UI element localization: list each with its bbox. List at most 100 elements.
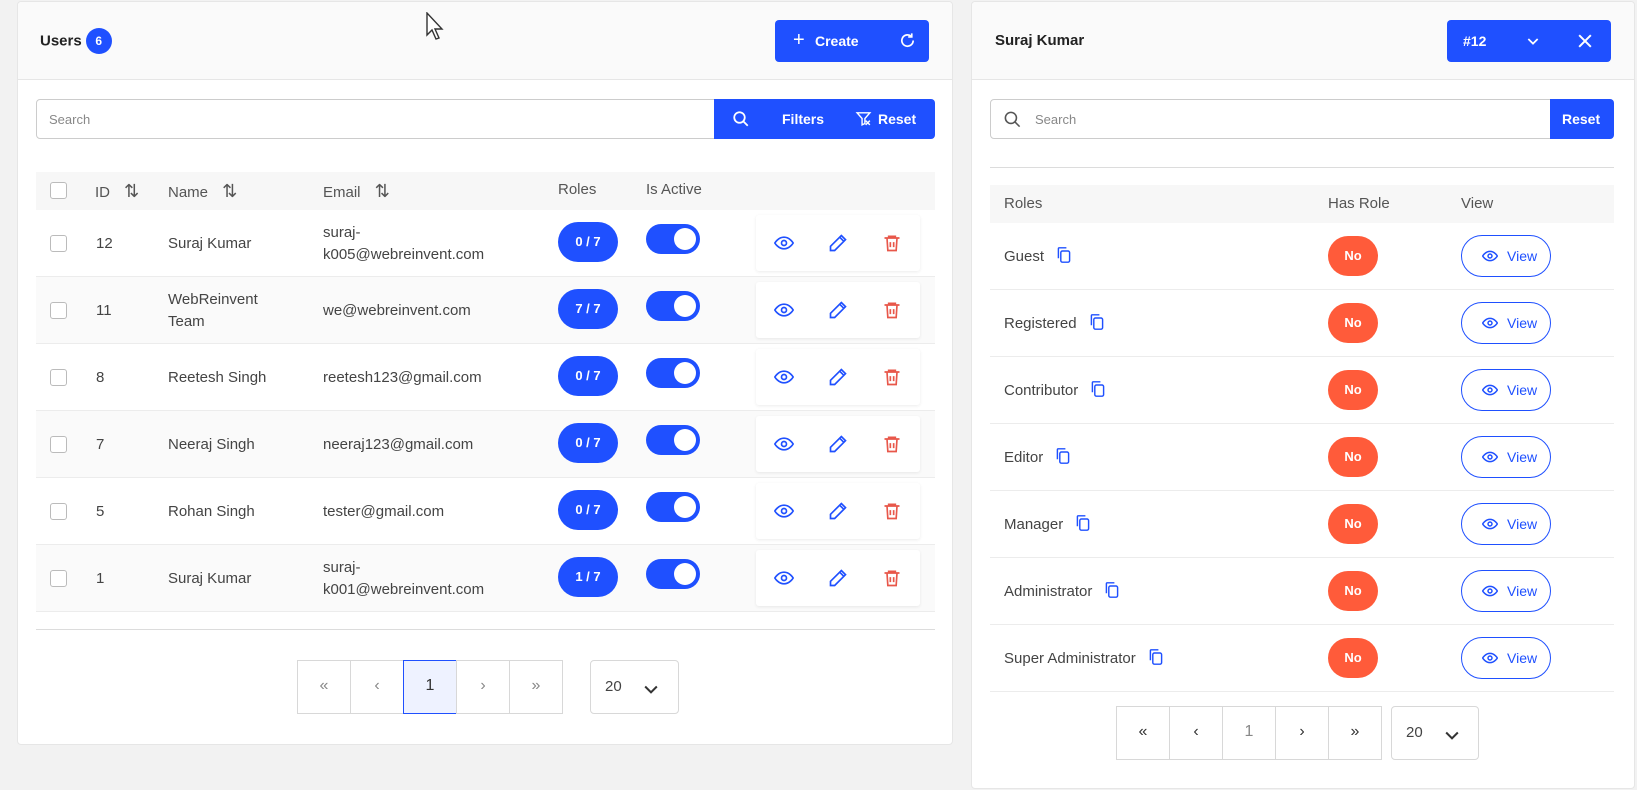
is-active-toggle[interactable] xyxy=(646,291,700,321)
search-button[interactable] xyxy=(714,99,769,139)
roles-count-button[interactable]: 0 / 7 xyxy=(558,490,618,530)
create-button[interactable]: + Create xyxy=(775,20,883,62)
select-all-checkbox[interactable] xyxy=(50,182,67,199)
next-page-button[interactable]: › xyxy=(456,660,510,714)
copy-icon[interactable] xyxy=(1075,514,1091,539)
view-role-button[interactable]: View xyxy=(1461,637,1551,679)
col-is-active-header: Is Active xyxy=(646,181,702,198)
reset-button[interactable]: Reset xyxy=(851,99,935,139)
role-name: Manager xyxy=(1004,514,1091,539)
trash-icon[interactable] xyxy=(882,501,902,526)
view-role-button[interactable]: View xyxy=(1461,503,1551,545)
detail-title: Suraj Kumar xyxy=(995,32,1085,49)
copy-icon[interactable] xyxy=(1090,380,1106,405)
row-checkbox[interactable] xyxy=(50,436,67,453)
roles-per-page-select[interactable]: 20 xyxy=(1391,706,1479,760)
close-icon xyxy=(1578,34,1592,48)
roles-count-button[interactable]: 1 / 7 xyxy=(558,557,618,597)
view-role-button[interactable]: View xyxy=(1461,570,1551,612)
has-role-badge[interactable]: No xyxy=(1328,303,1378,343)
edit-icon[interactable] xyxy=(828,367,848,392)
eye-icon[interactable] xyxy=(773,233,795,258)
is-active-toggle[interactable] xyxy=(646,425,700,455)
edit-icon[interactable] xyxy=(828,300,848,325)
close-button[interactable] xyxy=(1559,20,1611,62)
roles-count-button[interactable]: 7 / 7 xyxy=(558,289,618,329)
col-email-header[interactable]: Email ⇅ xyxy=(323,181,390,202)
record-id-button[interactable]: #12 xyxy=(1447,20,1555,62)
users-title: Users 6 xyxy=(40,28,112,54)
has-role-badge[interactable]: No xyxy=(1328,504,1378,544)
roles-count-button[interactable]: 0 / 7 xyxy=(558,356,618,396)
has-role-badge[interactable]: No xyxy=(1328,638,1378,678)
view-role-button[interactable]: View xyxy=(1461,436,1551,478)
row-checkbox[interactable] xyxy=(50,369,67,386)
page-1-button[interactable]: 1 xyxy=(403,660,457,714)
has-role-badge[interactable]: No xyxy=(1328,236,1378,276)
users-search-input[interactable]: Search xyxy=(36,99,716,139)
copy-icon[interactable] xyxy=(1055,447,1071,472)
filters-button[interactable]: Filters xyxy=(782,111,824,127)
edit-icon[interactable] xyxy=(828,434,848,459)
roles-count-button[interactable]: 0 / 7 xyxy=(558,423,618,463)
copy-icon[interactable] xyxy=(1104,581,1120,606)
row-checkbox[interactable] xyxy=(50,302,67,319)
page-1-button[interactable]: 1 xyxy=(1222,706,1276,760)
eye-icon[interactable] xyxy=(773,501,795,526)
is-active-toggle[interactable] xyxy=(646,559,700,589)
toggle-knob xyxy=(674,563,696,585)
copy-icon[interactable] xyxy=(1056,246,1072,271)
is-active-toggle[interactable] xyxy=(646,492,700,522)
roles-reset-button[interactable]: Reset xyxy=(1550,99,1614,139)
users-title-text: Users xyxy=(40,32,82,50)
refresh-button[interactable] xyxy=(885,20,929,62)
copy-icon[interactable] xyxy=(1148,648,1164,673)
row-checkbox[interactable] xyxy=(50,235,67,252)
prev-page-button[interactable]: ‹ xyxy=(350,660,404,714)
edit-icon[interactable] xyxy=(828,568,848,593)
chevron-down-icon xyxy=(644,685,658,694)
last-page-button[interactable]: » xyxy=(1328,706,1382,760)
has-role-badge[interactable]: No xyxy=(1328,370,1378,410)
col-name-header[interactable]: Name ⇅ xyxy=(168,181,237,202)
first-page-button[interactable]: « xyxy=(297,660,351,714)
has-role-badge[interactable]: No xyxy=(1328,571,1378,611)
view-role-button[interactable]: View xyxy=(1461,302,1551,344)
prev-page-button[interactable]: ‹ xyxy=(1169,706,1223,760)
has-role-badge[interactable]: No xyxy=(1328,437,1378,477)
eye-icon[interactable] xyxy=(773,367,795,392)
eye-icon[interactable] xyxy=(773,568,795,593)
user-email: we@webreinvent.com xyxy=(323,302,471,319)
view-label: View xyxy=(1507,449,1538,465)
toggle-knob xyxy=(674,496,696,518)
copy-icon[interactable] xyxy=(1089,313,1105,338)
roles-search-input[interactable]: Search xyxy=(990,99,1552,139)
eye-icon[interactable] xyxy=(773,434,795,459)
row-checkbox[interactable] xyxy=(50,503,67,520)
col-id-header[interactable]: ID ⇅ xyxy=(95,181,139,202)
role-name-text: Guest xyxy=(1004,248,1045,265)
first-page-button[interactable]: « xyxy=(1116,706,1170,760)
is-active-toggle[interactable] xyxy=(646,224,700,254)
user-email: neeraj123@gmail.com xyxy=(323,436,474,453)
view-role-button[interactable]: View xyxy=(1461,235,1551,277)
eye-icon xyxy=(1481,449,1499,468)
trash-icon[interactable] xyxy=(882,300,902,325)
users-search-actions: Filters Reset xyxy=(714,99,935,139)
edit-icon[interactable] xyxy=(828,501,848,526)
per-page-select[interactable]: 20 xyxy=(590,660,679,714)
trash-icon[interactable] xyxy=(882,434,902,459)
col-name-label: Name xyxy=(168,184,209,201)
row-actions xyxy=(756,215,920,271)
last-page-button[interactable]: » xyxy=(509,660,563,714)
trash-icon[interactable] xyxy=(882,367,902,392)
next-page-button[interactable]: › xyxy=(1275,706,1329,760)
is-active-toggle[interactable] xyxy=(646,358,700,388)
view-role-button[interactable]: View xyxy=(1461,369,1551,411)
roles-count-button[interactable]: 0 / 7 xyxy=(558,222,618,262)
edit-icon[interactable] xyxy=(828,233,848,258)
row-checkbox[interactable] xyxy=(50,570,67,587)
trash-icon[interactable] xyxy=(882,568,902,593)
trash-icon[interactable] xyxy=(882,233,902,258)
eye-icon[interactable] xyxy=(773,300,795,325)
